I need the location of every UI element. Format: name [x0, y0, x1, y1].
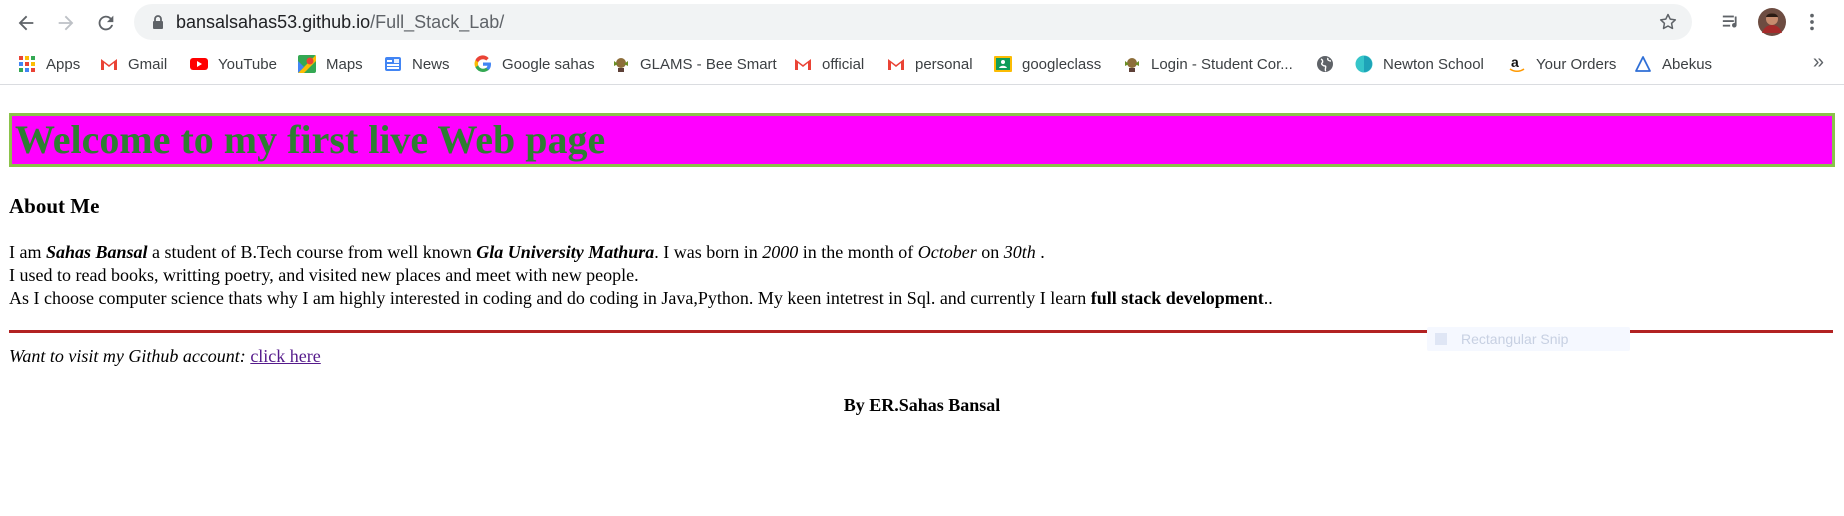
about-line-3: As I choose computer science thats why I… — [9, 287, 1273, 310]
bookmark-apps[interactable]: Apps — [18, 52, 80, 76]
bookmark-label: personal — [915, 55, 973, 73]
github-line: Want to visit my Github account: click h… — [9, 346, 321, 367]
full-stack-highlight: full stack development — [1090, 288, 1264, 308]
about-heading: About Me — [9, 194, 100, 218]
google-icon — [474, 55, 491, 73]
text: .. — [1263, 288, 1273, 308]
glams-icon — [1125, 58, 1139, 72]
amazon-icon: a — [1509, 55, 1525, 73]
bookmark-glams[interactable]: GLAMS - Bee Smart — [612, 52, 777, 76]
bookmark-abekus[interactable]: Abekus — [1634, 52, 1712, 76]
github-prompt: Want to visit my Github account: — [9, 346, 251, 366]
forward-button[interactable] — [51, 8, 81, 38]
bookmark-label: Login - Student Cor... — [1151, 55, 1293, 73]
forward-arrow-icon — [58, 15, 74, 31]
bookmark-label: Gmail — [128, 55, 168, 73]
about-line-2: I used to read books, writting poetry, a… — [9, 265, 639, 285]
globe-icon — [1317, 56, 1333, 72]
address-bar[interactable]: bansalsahas53.github.io/Full_Stack_Lab/ — [134, 4, 1692, 40]
bookmark-gmail[interactable]: Gmail — [100, 52, 167, 76]
bookmark-official[interactable]: official — [794, 52, 864, 76]
about-paragraph: I am Sahas Bansal a student of B.Tech co… — [9, 241, 1273, 310]
bookmark-globe[interactable] — [1316, 52, 1344, 76]
bookmark-label: Apps — [46, 55, 81, 73]
bookmark-personal[interactable]: personal — [887, 52, 973, 76]
bookmark-login-student[interactable]: Login - Student Cor... — [1123, 52, 1293, 76]
reload-button[interactable] — [91, 8, 121, 38]
gmail-icon — [888, 59, 904, 70]
profile-avatar-button[interactable] — [1758, 8, 1786, 36]
gmail-icon — [795, 59, 811, 70]
birth-year: 2000 — [762, 242, 799, 262]
page-title: Welcome to my first live Web page — [15, 117, 606, 162]
bookmarks-overflow-button[interactable]: » — [1813, 51, 1824, 74]
abekus-icon — [1635, 56, 1651, 72]
url-text[interactable]: bansalsahas53.github.io/Full_Stack_Lab/ — [176, 12, 504, 33]
text: I am — [9, 242, 46, 262]
text: . I was born in — [654, 242, 763, 262]
text: a student of B.Tech course from well kno… — [147, 242, 477, 262]
about-line-1: I am Sahas Bansal a student of B.Tech co… — [9, 241, 1273, 264]
browser-menu-button[interactable] — [1798, 8, 1826, 36]
bookmark-label: Newton School — [1383, 55, 1484, 73]
bookmark-star-icon[interactable] — [1658, 12, 1678, 32]
avatar — [1758, 8, 1786, 36]
bookmark-label: GLAMS - Bee Smart — [640, 55, 777, 73]
university-name: Gla University Mathura — [476, 242, 655, 262]
url-host: bansalsahas53.github.io — [176, 12, 371, 32]
bookmark-label: Abekus — [1662, 55, 1713, 73]
bookmark-label: YouTube — [218, 55, 277, 73]
bookmark-your-orders[interactable]: a Your Orders — [1508, 52, 1616, 76]
github-link[interactable]: click here — [250, 346, 320, 366]
apps-grid-icon — [19, 56, 35, 72]
text: . — [1035, 242, 1045, 262]
bookmark-label: Your Orders — [1536, 55, 1617, 73]
youtube-icon — [190, 58, 208, 70]
web-page-content: Welcome to my first live Web page About … — [0, 85, 1844, 516]
gmail-icon — [101, 59, 117, 70]
snip-label: Rectangular Snip — [1461, 331, 1569, 347]
glams-icon — [614, 58, 628, 72]
news-icon — [385, 57, 401, 71]
reading-list-icon — [1722, 15, 1737, 28]
bookmark-newton-school[interactable]: Newton School — [1355, 52, 1484, 76]
author-byline: By ER.Sahas Bansal — [843, 395, 1001, 415]
back-button[interactable] — [11, 8, 41, 38]
text: As I choose computer science thats why I… — [9, 288, 1091, 308]
bookmark-label: googleclass — [1022, 55, 1102, 73]
bookmark-label: official — [822, 55, 865, 73]
classroom-icon — [994, 56, 1012, 72]
bookmark-youtube[interactable]: YouTube — [190, 52, 277, 76]
bookmark-googleclass[interactable]: googleclass — [994, 52, 1101, 76]
bookmarks-bar: Apps Gmail YouTube Maps News Google saha… — [0, 44, 1844, 85]
newton-icon — [1355, 55, 1373, 73]
bookmark-label: News — [412, 55, 450, 73]
back-arrow-icon — [18, 15, 34, 31]
snip-icon — [1435, 333, 1447, 345]
reading-list-button[interactable] — [1718, 8, 1746, 36]
birth-day: 30th — [1003, 242, 1036, 262]
bookmark-news[interactable]: News — [384, 52, 450, 76]
bookmark-label: Google sahas — [502, 55, 595, 73]
more-vert-icon — [1810, 13, 1814, 31]
bookmark-maps[interactable]: Maps — [298, 52, 363, 76]
birth-month: October — [917, 242, 977, 262]
reload-icon — [98, 15, 114, 31]
lock-icon — [153, 15, 163, 29]
text: on — [976, 242, 1004, 262]
bookmark-label: Maps — [326, 55, 363, 73]
author-name: Sahas Bansal — [45, 242, 148, 262]
svg-text:a: a — [1511, 55, 1519, 70]
text: in the month of — [798, 242, 918, 262]
url-path: /Full_Stack_Lab/ — [370, 12, 505, 32]
snip-tooltip-overlay: Rectangular Snip — [1427, 327, 1630, 351]
maps-icon — [298, 55, 316, 73]
bookmark-google-sahas[interactable]: Google sahas — [474, 52, 595, 76]
welcome-banner: Welcome to my first live Web page — [9, 113, 1835, 167]
browser-toolbar: bansalsahas53.github.io/Full_Stack_Lab/ — [0, 0, 1844, 44]
